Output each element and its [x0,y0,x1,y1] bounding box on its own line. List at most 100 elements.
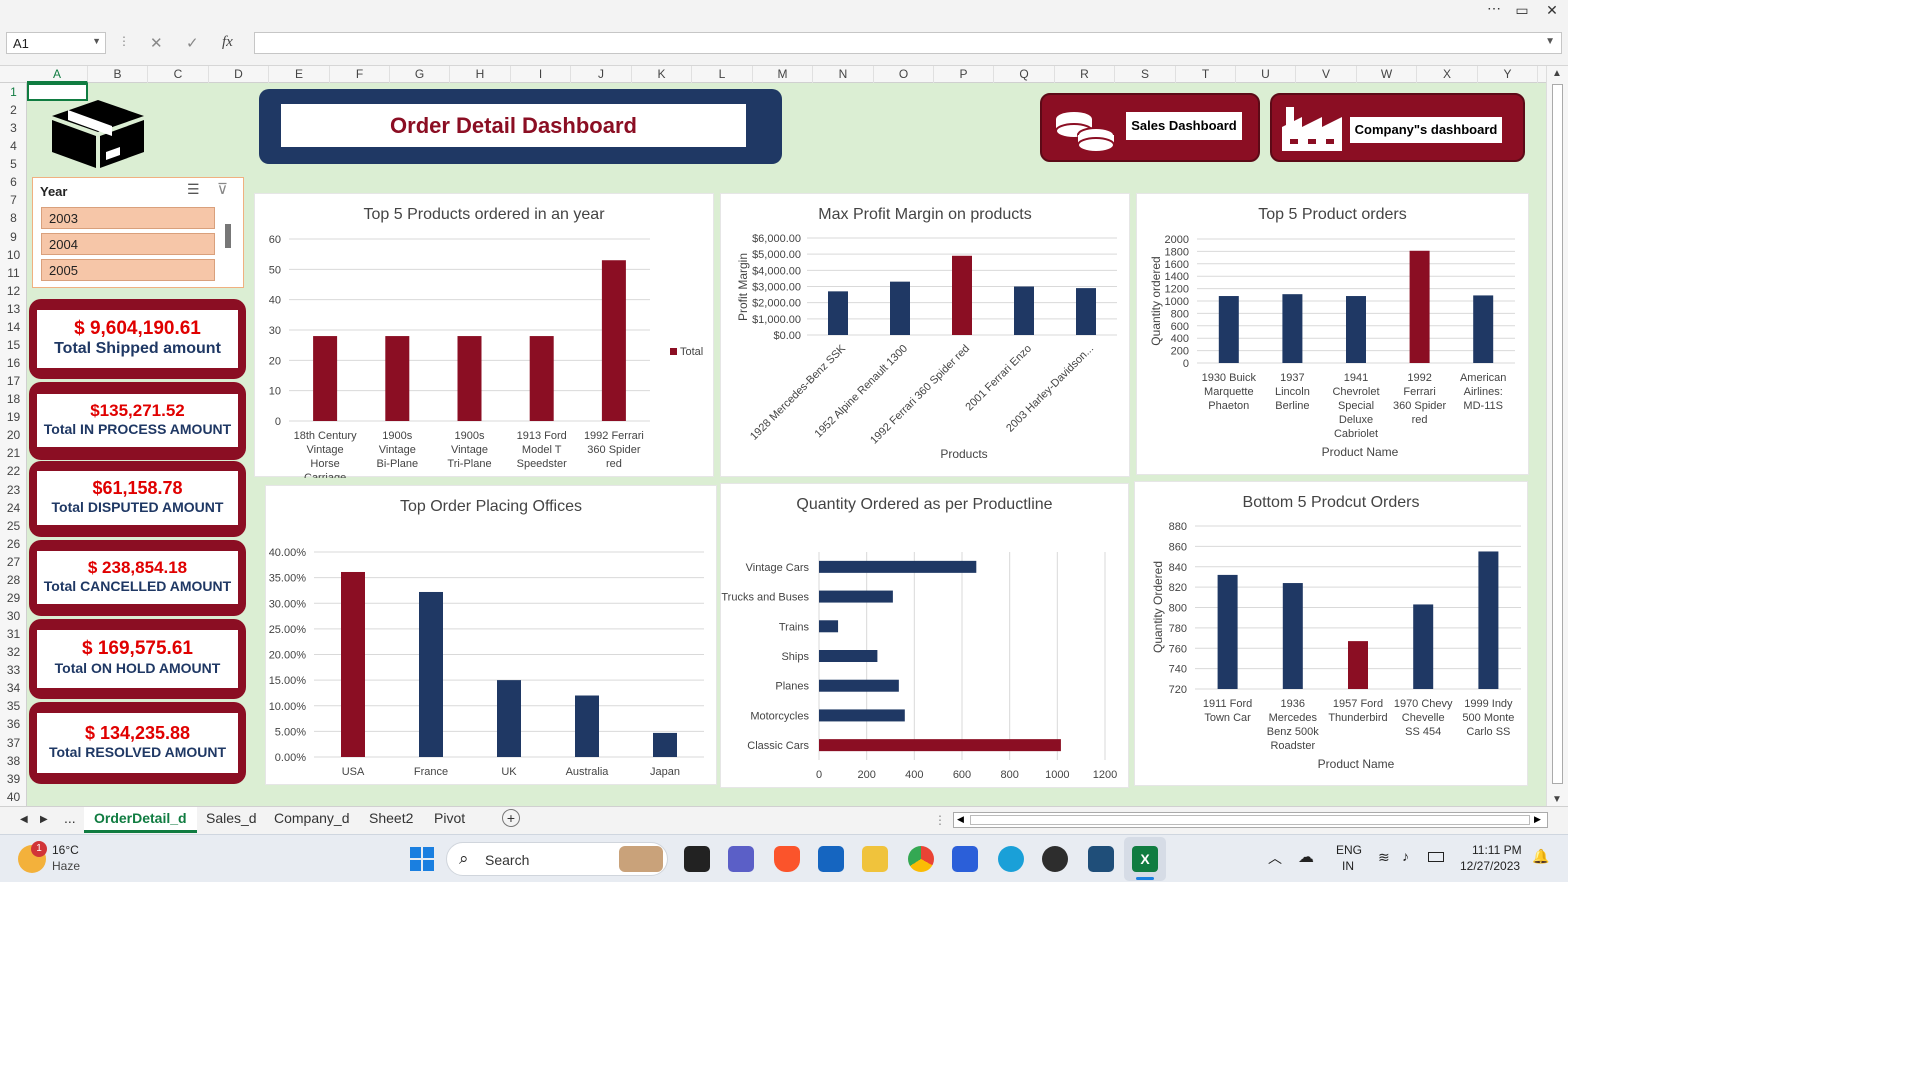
column-header[interactable]: V [1296,66,1357,83]
row-header[interactable]: 20 [0,426,27,444]
row-header[interactable]: 31 [0,625,27,643]
column-header[interactable]: B [88,66,148,83]
row-header[interactable]: 25 [0,517,27,535]
slicer-item-2004[interactable]: 2004 [41,233,215,255]
row-header[interactable]: 15 [0,336,27,354]
app-icon[interactable] [1088,846,1114,872]
clear-filter-icon[interactable]: ⊽ [217,180,228,198]
vertical-scrollbar[interactable]: ▲ ▼ [1546,66,1568,808]
clock-time[interactable]: 11:11 PM [1472,843,1522,857]
brave-icon[interactable] [774,846,800,872]
clock-date[interactable]: 12/27/2023 [1460,859,1520,873]
start-windows-icon[interactable] [410,847,434,871]
row-header[interactable]: 24 [0,499,27,517]
column-header[interactable]: H [450,66,511,83]
hscroll-right-icon[interactable]: ▶ [1534,814,1541,825]
scroll-up-icon[interactable]: ▲ [1552,68,1562,79]
chart-top-order-offices[interactable]: Top Order Placing Offices 0.00% 5.00% 10.0… [265,485,717,785]
row-header[interactable]: 26 [0,535,27,553]
row-header[interactable]: 11 [0,264,27,282]
close-icon[interactable]: ✕ [1540,2,1564,19]
column-header[interactable]: D [209,66,269,83]
row-header[interactable]: 7 [0,191,27,209]
sales-dashboard-button[interactable]: Sales Dashboard [1040,93,1260,162]
enter-icon[interactable]: ✓ [186,34,199,52]
chevron-up-icon[interactable]: ︿ [1268,848,1282,868]
row-header[interactable]: 2 [0,101,27,119]
column-header[interactable]: A [27,66,88,83]
tab-orderdetail[interactable]: OrderDetail_d [84,807,197,833]
wifi-icon[interactable]: ≋ [1378,849,1390,866]
row-header[interactable]: 32 [0,643,27,661]
column-header[interactable]: F [330,66,390,83]
tab-scroll-left-icon[interactable]: ◀ [20,814,28,825]
row-header[interactable]: 22 [0,462,27,480]
row-header[interactable]: 28 [0,571,27,589]
tab-company[interactable]: Company_d [274,810,350,826]
column-header[interactable]: Q [994,66,1055,83]
row-header[interactable]: 33 [0,661,27,679]
taskbar-search[interactable]: ⌕ Search [446,842,668,876]
tab-sales[interactable]: Sales_d [206,810,257,826]
tab-sheet2[interactable]: Sheet2 [369,810,413,826]
column-header[interactable]: P [934,66,994,83]
row-header[interactable]: 14 [0,318,27,336]
column-header[interactable]: U [1236,66,1296,83]
row-header[interactable]: 34 [0,679,27,697]
column-header[interactable]: R [1055,66,1115,83]
obs-icon[interactable] [1042,846,1068,872]
row-header[interactable]: 19 [0,408,27,426]
excel-taskbar-button[interactable]: X [1124,837,1166,881]
row-header[interactable]: 4 [0,137,27,155]
column-header[interactable]: M [753,66,813,83]
store-icon[interactable] [952,846,978,872]
hscroll-left-icon[interactable]: ◀ [957,814,964,825]
column-header[interactable]: S [1115,66,1176,83]
formula-input[interactable]: ▼ [254,32,1562,54]
row-header[interactable]: 5 [0,155,27,173]
tab-more[interactable]: ... [64,810,76,826]
cancel-icon[interactable]: ✕ [150,34,163,52]
slicer-scrollbar[interactable] [225,224,231,248]
teams-icon[interactable] [728,846,754,872]
column-header[interactable]: T [1176,66,1236,83]
row-header[interactable]: 3 [0,119,27,137]
edge-icon[interactable] [998,846,1024,872]
mail-icon[interactable] [818,846,844,872]
row-header[interactable]: 38 [0,752,27,770]
column-header[interactable]: W [1357,66,1417,83]
chrome-icon[interactable] [908,846,934,872]
row-header[interactable]: 37 [0,734,27,752]
slicer-item-2005[interactable]: 2005 [41,259,215,281]
row-header[interactable]: 13 [0,300,27,318]
row-header[interactable]: 18 [0,390,27,408]
volume-icon[interactable]: ♪ [1402,848,1409,864]
add-sheet-icon[interactable]: + [502,809,520,827]
chevron-down-icon[interactable]: ▼ [92,36,101,46]
company-dashboard-button[interactable]: Company"s dashboard [1270,93,1525,162]
column-header[interactable]: N [813,66,874,83]
column-header[interactable]: Y [1478,66,1538,83]
chart-top5-product-orders[interactable]: Top 5 Product orders 0 200 400 600 800 1000 12… [1136,193,1529,475]
weather-desc[interactable]: Haze [52,859,80,873]
onedrive-icon[interactable]: ☁ [1298,847,1314,867]
column-header[interactable]: E [269,66,330,83]
tab-scroll-right-icon[interactable]: ▶ [40,814,48,825]
more-options-icon[interactable]: ⋯ [1482,0,1506,17]
column-header[interactable]: G [390,66,450,83]
scroll-down-icon[interactable]: ▼ [1552,794,1562,805]
task-view-icon[interactable] [684,846,710,872]
column-header[interactable]: C [148,66,209,83]
name-box[interactable]: A1 ▼ [6,32,106,54]
restore-icon[interactable]: ▭ [1510,2,1534,19]
file-explorer-icon[interactable] [862,846,888,872]
slicer-item-2003[interactable]: 2003 [41,207,215,229]
scroll-thumb[interactable] [1552,84,1563,784]
column-header[interactable]: X [1417,66,1478,83]
chart-bottom5-product-orders[interactable]: Bottom 5 Prodcut Orders 720 740 760 780 800 8… [1134,481,1528,786]
year-slicer[interactable]: Year ☰ ⊽ 2003 2004 2005 [32,177,244,288]
row-header[interactable]: 12 [0,282,27,300]
hscroll-thumb[interactable] [970,815,1530,825]
column-header[interactable]: L [692,66,753,83]
battery-icon[interactable] [1428,852,1444,862]
